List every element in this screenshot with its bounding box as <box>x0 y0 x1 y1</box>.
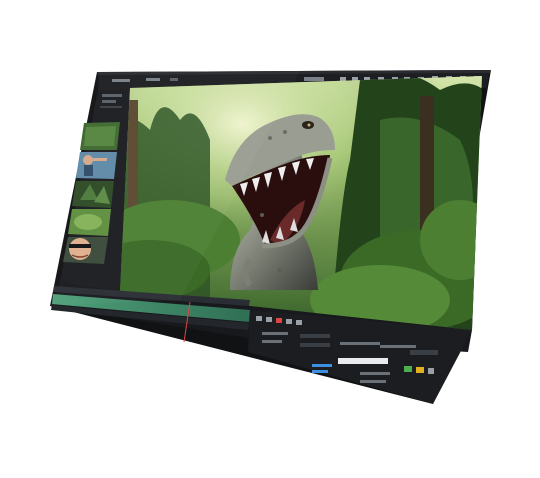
product-shot <box>0 0 540 478</box>
monitor-display <box>50 70 491 404</box>
